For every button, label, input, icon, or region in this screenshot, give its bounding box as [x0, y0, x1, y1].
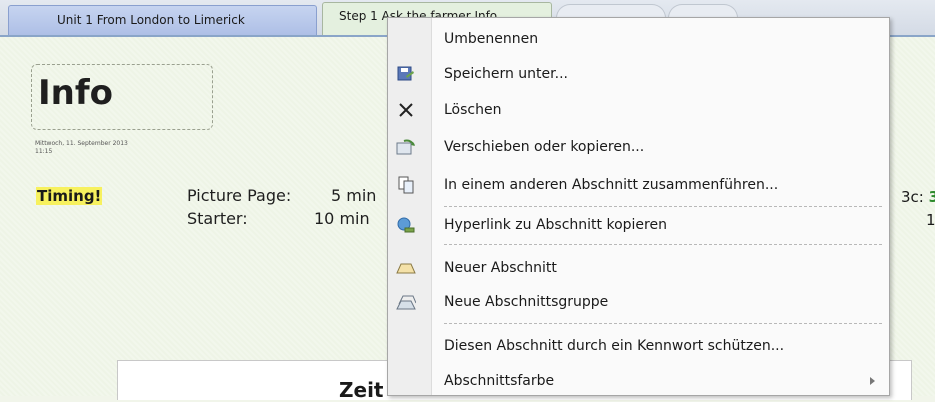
row-label: Starter: — [187, 209, 248, 228]
submenu-arrow-icon — [870, 377, 875, 385]
menu-item-label: Speichern unter... — [444, 66, 568, 82]
menu-item-delete[interactable]: Löschen — [388, 94, 889, 126]
menu-item-section-color[interactable]: Abschnittsfarbe — [388, 365, 889, 397]
menu-item-rename[interactable]: Umbenennen — [388, 23, 889, 55]
menu-item-label: Neue Abschnittsgruppe — [444, 294, 609, 310]
menu-item-move-copy[interactable]: Verschieben oder kopieren... — [388, 131, 889, 163]
menu-item-label: Löschen — [444, 102, 502, 118]
menu-separator — [444, 323, 882, 324]
menu-item-copy-hyperlink[interactable]: Hyperlink zu Abschnitt kopieren — [388, 209, 889, 241]
delete-x-icon — [396, 101, 416, 119]
hyperlink-icon — [396, 216, 416, 234]
row-value: 10 min — [314, 209, 370, 228]
partial-label: 3c: — [901, 188, 924, 206]
partial-char: 1 — [926, 211, 935, 229]
menu-item-new-section-group[interactable]: Neue Abschnittsgruppe — [388, 286, 889, 318]
menu-item-new-section[interactable]: Neuer Abschnitt — [388, 252, 889, 284]
page-title[interactable]: Info — [38, 73, 113, 113]
menu-item-label: Neuer Abschnitt — [444, 260, 557, 276]
menu-item-label: In einem anderen Abschnitt zusammenführe… — [444, 177, 779, 193]
menu-item-label: Hyperlink zu Abschnitt kopieren — [444, 217, 667, 233]
move-copy-icon — [396, 138, 416, 156]
menu-item-label: Diesen Abschnitt durch ein Kennwort schü… — [444, 338, 785, 354]
page-date: Mittwoch, 11. September 2013 11:15 — [35, 140, 128, 156]
save-as-icon — [396, 65, 416, 83]
menu-item-password-protect[interactable]: Diesen Abschnitt durch ein Kennwort schü… — [388, 330, 889, 362]
menu-item-label: Verschieben oder kopieren... — [444, 139, 645, 155]
page-time-line: 11:15 — [35, 148, 53, 155]
menu-item-save-as[interactable]: Speichern unter... — [388, 58, 889, 90]
partial-number: 3 — [928, 188, 935, 206]
partial-text: 3c: 3 — [901, 188, 935, 206]
row-value: 5 min — [331, 186, 377, 205]
menu-item-label: Umbenennen — [444, 31, 539, 47]
timing-label: Timing! — [36, 187, 103, 205]
new-section-group-icon — [396, 293, 416, 311]
merge-section-icon — [396, 176, 416, 194]
section-tab-label: Unit 1 From London to Limerick — [57, 13, 245, 27]
section-tab[interactable]: Unit 1 From London to Limerick — [8, 5, 317, 35]
page-date-line: Mittwoch, 11. September 2013 — [35, 140, 128, 147]
menu-separator — [444, 206, 882, 207]
row-label: Picture Page: — [187, 186, 292, 205]
box-heading: Zeit — [339, 378, 384, 402]
menu-item-label: Abschnittsfarbe — [444, 373, 555, 389]
new-section-icon — [396, 259, 416, 277]
menu-item-merge[interactable]: In einem anderen Abschnitt zusammenführe… — [388, 169, 889, 201]
context-menu: Umbenennen Speichern unter... Löschen Ve… — [387, 17, 890, 396]
menu-separator — [444, 244, 882, 245]
